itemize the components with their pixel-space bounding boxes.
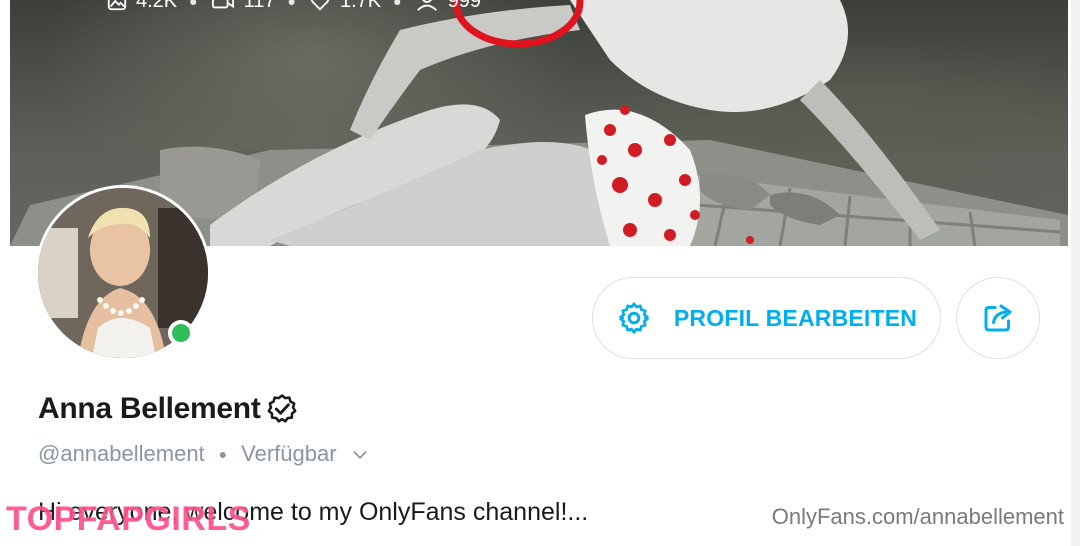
edit-profile-button[interactable]: PROFIL BEARBEITEN [592,277,941,359]
watermark-url: OnlyFans.com/annabellement [771,504,1064,529]
share-icon [984,304,1012,332]
gear-icon [619,302,649,334]
stat-likes: 1.7K [308,0,381,13]
image-icon [107,0,127,11]
stat-separator: ● [393,0,402,9]
stat-subscribers: 999 [414,0,481,13]
stat-videos: 117 [210,0,276,13]
stat-separator: ● [287,0,296,9]
profile-name-row: Anna Bellement [38,392,299,426]
verified-icon [267,394,296,423]
availability-status: Verfügbar [241,441,337,466]
stat-photos-value: 4.2K [136,0,178,12]
heart-icon [310,0,330,11]
availability-dropdown[interactable]: Verfügbar [241,441,371,467]
window-edge [1071,0,1080,546]
online-status-indicator [168,320,194,346]
subscribers-icon [416,0,437,11]
stat-likes-value: 1.7K [339,0,382,12]
handle-separator: ● [218,446,228,462]
stats-bar: 4.2K ● 117 ● 1.7K ● 999 [106,0,481,16]
profile-handle: @annabellement [38,441,205,466]
stat-separator: ● [189,0,198,9]
watermark-logo: TOPFAPGIRLS [6,500,251,538]
share-button[interactable] [956,277,1040,359]
profile-name: Anna Bellement [38,392,261,425]
chevron-down-icon [353,451,367,459]
stat-photos: 4.2K [106,0,177,13]
handle-row: @annabellement ● Verfügbar [38,441,371,467]
stat-subscribers-value: 999 [447,0,481,12]
edit-profile-label: PROFIL BEARBEITEN [673,304,918,331]
video-icon [211,0,234,9]
stat-videos-value: 117 [243,0,276,12]
